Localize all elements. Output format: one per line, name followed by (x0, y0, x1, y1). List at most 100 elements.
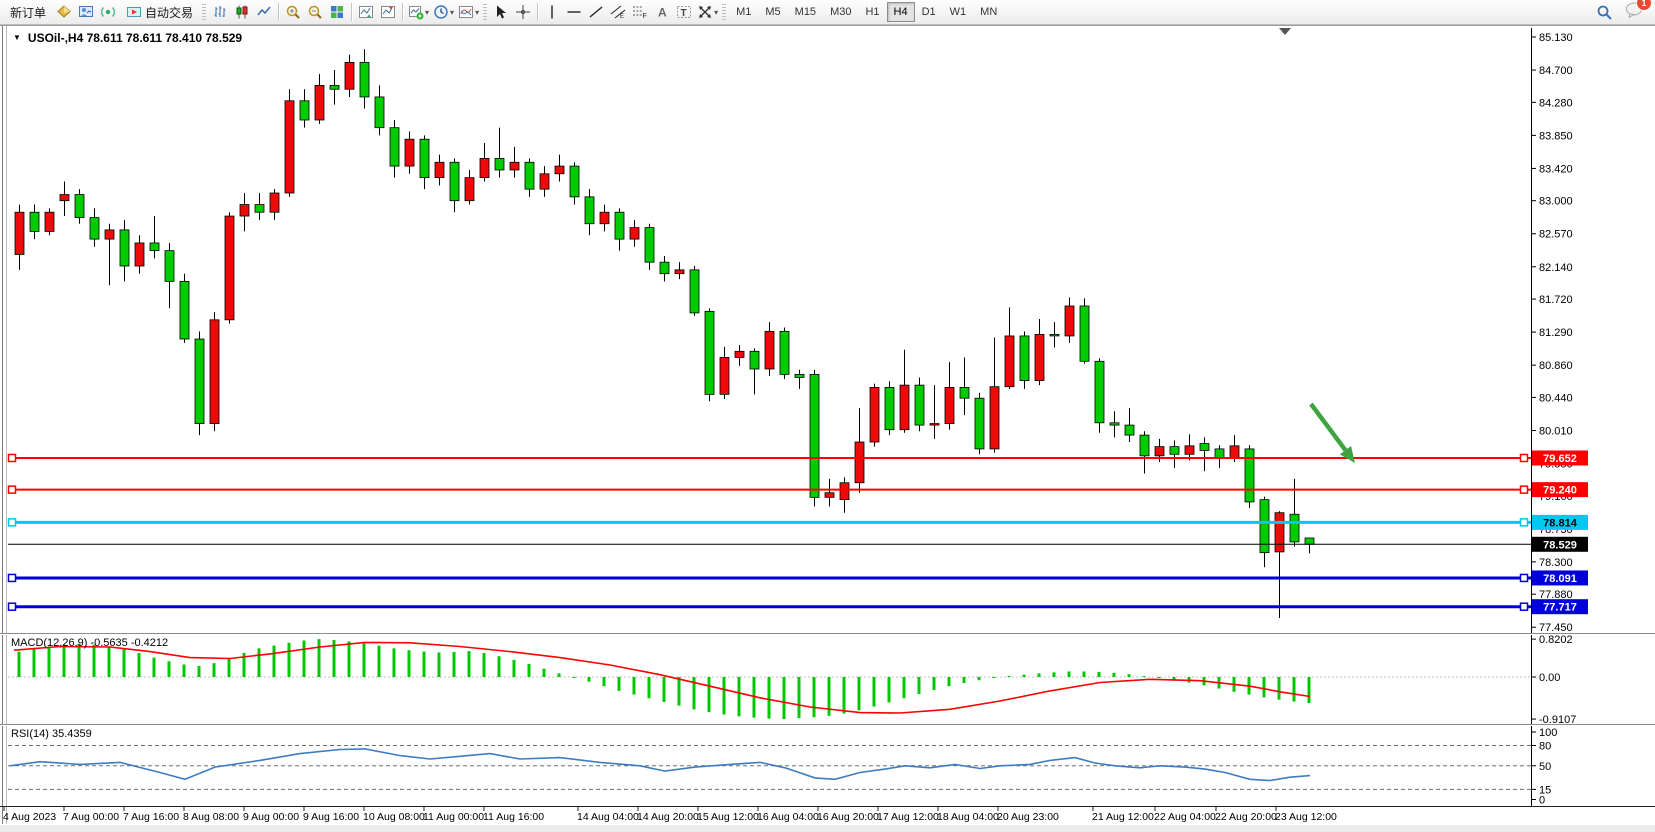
crosshair-button[interactable] (513, 2, 533, 22)
candlestick (1005, 336, 1014, 387)
vertical-line-button[interactable] (542, 2, 562, 22)
macd-histogram-bar (633, 677, 636, 695)
line-anchor-handle[interactable] (9, 574, 16, 581)
candlestick (600, 212, 609, 224)
periods-button[interactable]: ▾ (432, 2, 455, 22)
price-tick-label: 83.850 (1539, 130, 1573, 142)
macd-histogram-bar (663, 677, 666, 702)
candlestick (345, 62, 354, 89)
line-anchor-handle[interactable] (1521, 486, 1528, 493)
chart-canvas[interactable]: 85.13084.70084.28083.85083.42083.00082.5… (0, 0, 1655, 832)
macd-histogram-bar (978, 677, 981, 680)
gold-coin-button[interactable] (54, 2, 74, 22)
candlestick (1215, 449, 1224, 458)
date-tick-label: 8 Aug 08:00 (183, 811, 239, 823)
macd-histogram-bar (1293, 677, 1296, 701)
macd-histogram-bar (543, 669, 546, 677)
timeframe-button-MN[interactable]: MN (973, 2, 1004, 22)
macd-histogram-bar (228, 659, 231, 677)
zoom-in-icon (285, 4, 301, 20)
line-anchor-handle[interactable] (1521, 574, 1528, 581)
macd-histogram-bar (18, 652, 21, 677)
macd-histogram-bar (888, 677, 891, 702)
zoom-in-button[interactable] (283, 2, 303, 22)
toolbar-separator (351, 3, 352, 21)
candlestick (420, 139, 429, 177)
candlestick (690, 270, 699, 313)
macd-histogram-bar (1083, 671, 1086, 677)
line-anchor-handle[interactable] (1521, 603, 1528, 610)
text-button[interactable]: A (652, 2, 672, 22)
line-anchor-handle[interactable] (9, 603, 16, 610)
line-chart-icon (256, 4, 272, 20)
candlestick (1155, 447, 1164, 456)
tile-windows-button[interactable] (327, 2, 347, 22)
line-anchor-handle[interactable] (1521, 454, 1528, 461)
candlestick (1035, 334, 1044, 380)
chevron-down-icon[interactable]: ▼ (13, 33, 21, 42)
line-anchor-handle[interactable] (1521, 519, 1528, 526)
trendline-button[interactable] (586, 2, 606, 22)
timeframe-button-H1[interactable]: H1 (858, 2, 886, 22)
candlestick (1275, 513, 1284, 552)
arrows-button[interactable]: ▾ (696, 2, 719, 22)
macd-histogram-bar (873, 677, 876, 707)
bar-chart-button[interactable] (210, 2, 230, 22)
line-anchor-handle[interactable] (9, 454, 16, 461)
zoom-out-button[interactable] (305, 2, 325, 22)
timeframe-button-D1[interactable]: D1 (915, 2, 943, 22)
chart-title: ▼USOil-,H4 78.611 78.611 78.410 78.529 (13, 31, 242, 45)
rsi-axis-label: 0 (1539, 795, 1545, 807)
macd-histogram-bar (798, 677, 801, 718)
text-label-button[interactable]: T (674, 2, 694, 22)
cursor-button[interactable] (491, 2, 511, 22)
date-tick-label: 7 Aug 16:00 (123, 811, 179, 823)
macd-histogram-bar (783, 677, 786, 719)
macd-histogram-bar (438, 653, 441, 677)
candlestick (180, 281, 189, 339)
fibonacci-button[interactable]: F (630, 2, 650, 22)
dropdown-arrow-icon: ▾ (475, 8, 479, 17)
candlestick (105, 230, 114, 239)
line-chart-button[interactable] (254, 2, 274, 22)
timeframe-button-W1[interactable]: W1 (943, 2, 974, 22)
new-chart-button[interactable]: ▾ (407, 2, 430, 22)
line-anchor-handle[interactable] (9, 486, 16, 493)
date-tick-label: 20 Aug 23:00 (997, 811, 1059, 823)
timeframe-button-M1[interactable]: M1 (729, 2, 758, 22)
candlestick (1110, 423, 1119, 425)
chat-button[interactable]: 1 (1625, 1, 1644, 23)
price-tick-label: 82.140 (1539, 262, 1573, 274)
fibonacci-icon: F (632, 4, 648, 20)
strategy-tester-button[interactable] (76, 2, 96, 22)
candlestick (945, 387, 954, 423)
auto-scroll-button[interactable] (356, 2, 376, 22)
date-tick-label: 14 Aug 20:00 (637, 811, 699, 823)
new-order-button[interactable]: 新订单 (4, 2, 52, 22)
rsi-axis-label: 100 (1539, 727, 1557, 739)
chart-window[interactable]: 85.13084.70084.28083.85083.42083.00082.5… (0, 0, 1655, 832)
indicators-button[interactable]: ▾ (457, 2, 480, 22)
candlestick (750, 351, 759, 369)
timeframe-button-M5[interactable]: M5 (758, 2, 787, 22)
macd-histogram-bar (498, 656, 501, 677)
macd-histogram-bar (903, 677, 906, 698)
price-tick-label: 80.440 (1539, 392, 1573, 404)
macd-histogram-bar (153, 658, 156, 677)
clock-icon (433, 4, 449, 20)
candlestick (450, 162, 459, 200)
line-anchor-handle[interactable] (9, 519, 16, 526)
candlestick-icon (234, 4, 250, 20)
equidistant-channel-button[interactable]: E (608, 2, 628, 22)
signals-button[interactable] (98, 2, 118, 22)
candlestick-button[interactable] (232, 2, 252, 22)
timeframe-button-M15[interactable]: M15 (788, 2, 823, 22)
horizontal-line-button[interactable] (564, 2, 584, 22)
timeframe-button-M30[interactable]: M30 (823, 2, 858, 22)
chart-shift-button[interactable] (378, 2, 398, 22)
search-button[interactable] (1594, 2, 1614, 22)
candlestick (885, 387, 894, 429)
horizontal-line-icon (566, 4, 582, 20)
autotrading-button[interactable]: 自动交易 (120, 2, 199, 22)
timeframe-button-H4[interactable]: H4 (887, 2, 915, 22)
